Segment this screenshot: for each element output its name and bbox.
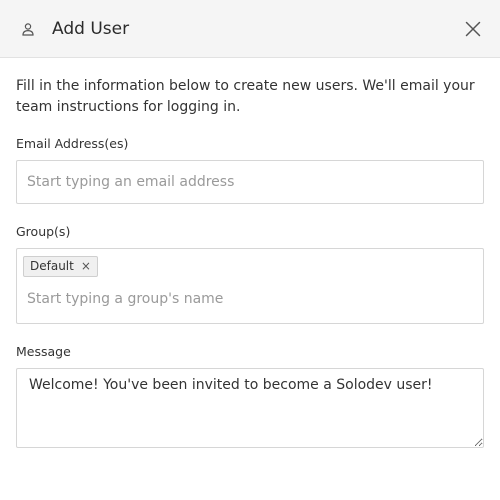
message-label: Message (16, 344, 71, 359)
user-icon (20, 21, 36, 37)
add-user-dialog: Add User Fill in the information below t… (0, 0, 500, 500)
remove-tag-icon[interactable]: × (81, 260, 91, 272)
dialog-header: Add User (0, 0, 500, 58)
email-field[interactable] (16, 160, 484, 204)
dialog-title: Add User (52, 18, 130, 39)
group-tag-label: Default (30, 259, 74, 273)
groups-field[interactable]: Default × (16, 248, 484, 324)
message-field[interactable]: Welcome! You've been invited to become a… (16, 368, 484, 448)
close-icon[interactable] (462, 18, 484, 40)
groups-label: Group(s) (16, 224, 71, 239)
groups-input[interactable] (27, 290, 467, 307)
intro-text: Fill in the information below to create … (16, 78, 475, 115)
dialog-body: Fill in the information below to create … (0, 76, 500, 448)
group-tag-default: Default × (23, 255, 98, 277)
email-label: Email Address(es) (16, 136, 129, 151)
